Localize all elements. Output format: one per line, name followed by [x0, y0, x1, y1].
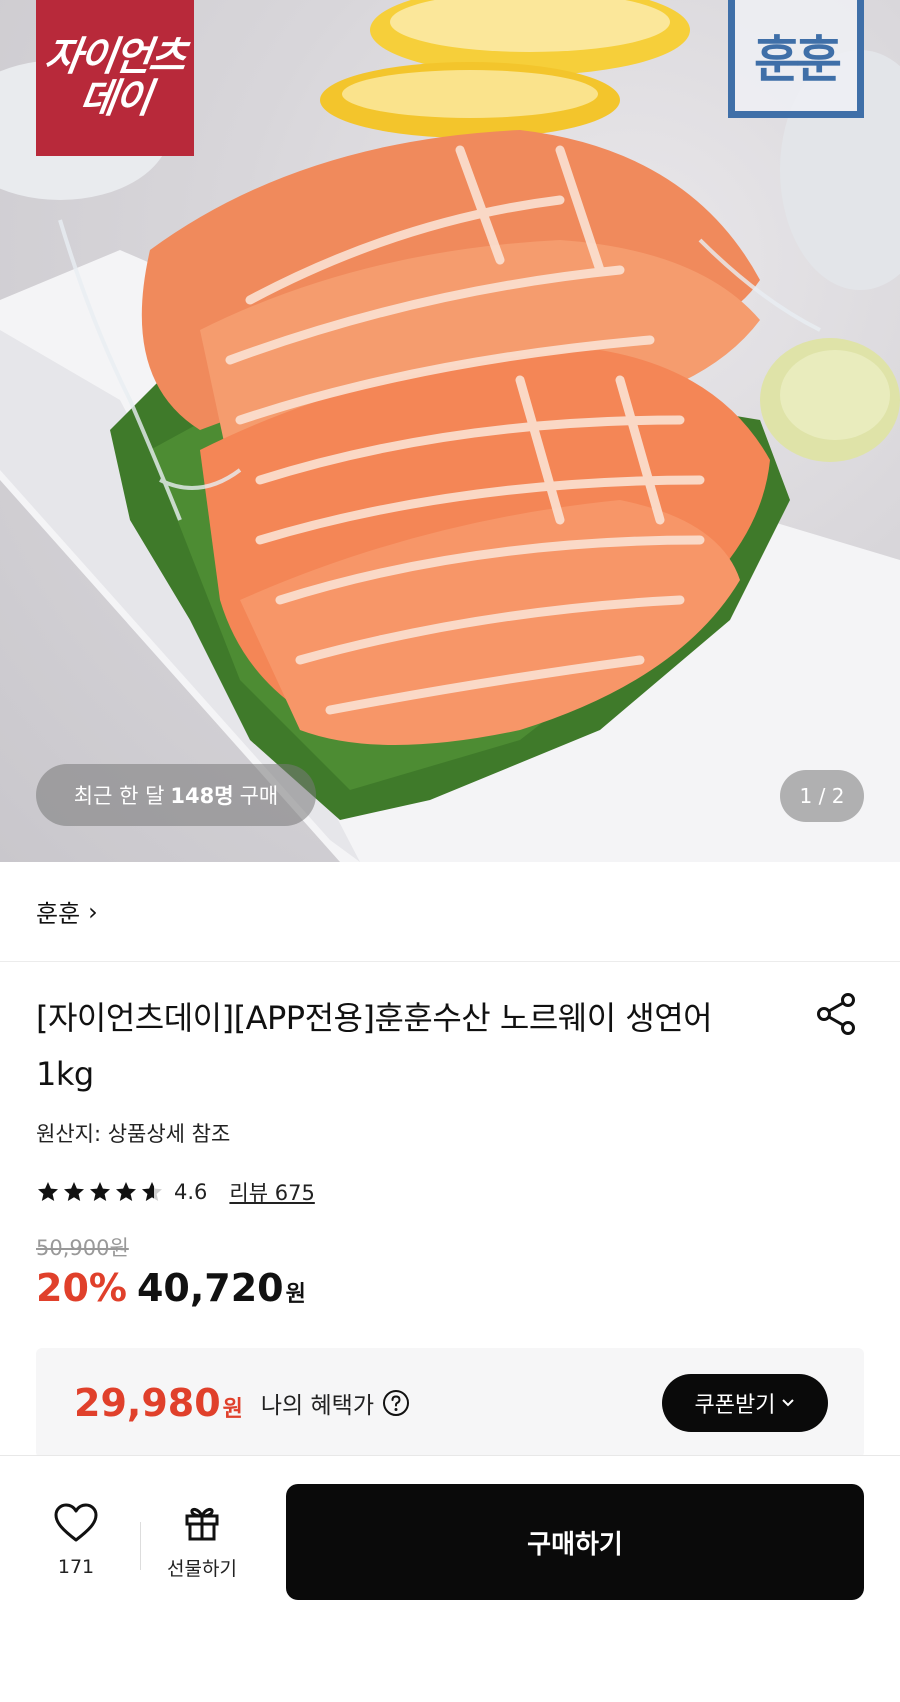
coupon-button[interactable]: 쿠폰받기: [662, 1374, 828, 1432]
benefit-price-value: 29,980: [74, 1381, 221, 1425]
brand-logo-line2: 데이: [76, 76, 154, 122]
purchase-suffix: 구매: [239, 784, 279, 808]
bottom-action-bar: 171 선물하기 구매하기: [0, 1455, 900, 1702]
chevron-right-icon: ›: [88, 897, 98, 926]
coupon-button-label: 쿠폰받기: [694, 1393, 776, 1418]
like-count: 171: [57, 1556, 95, 1578]
price-row: 20% 40,720 원: [36, 1266, 306, 1310]
purchase-count: 148명: [170, 784, 234, 808]
benefit-price-unit: 원: [222, 1397, 243, 1422]
buy-button[interactable]: 구매하기: [286, 1484, 864, 1600]
benefit-price: 29,980원: [74, 1381, 243, 1425]
gift-label: 선물하기: [167, 1558, 237, 1580]
chevron-down-icon: [782, 1399, 795, 1407]
star-icon: [38, 1182, 58, 1201]
star-icon: [116, 1182, 136, 1201]
seller-name: 훈훈: [36, 900, 81, 928]
gift-icon: [185, 1507, 219, 1541]
star-icon: [90, 1182, 110, 1201]
heart-icon: [54, 1503, 98, 1542]
help-icon[interactable]: [382, 1389, 410, 1417]
discount-rate: 20%: [36, 1266, 127, 1310]
product-origin: 원산지: 상품상세 참조: [36, 1122, 231, 1146]
recent-purchase-badge: 최근 한 달 148명 구매: [36, 764, 316, 826]
sale-price: 40,720: [136, 1266, 284, 1310]
purchase-prefix: 최근 한 달: [73, 784, 165, 808]
star-icon: [64, 1182, 84, 1201]
bottom-divider: [140, 1522, 141, 1570]
image-page-indicator: 1 / 2: [780, 770, 864, 822]
star-half-icon: [142, 1182, 162, 1201]
rating-row: 4.6 리뷰 675: [36, 1174, 315, 1210]
seller-logo-text: 훈훈: [754, 30, 842, 89]
product-image-carousel[interactable]: 자이언츠 데이 훈훈 최근 한 달 148명 구매 1 / 2: [0, 0, 900, 862]
share-icon[interactable]: [812, 990, 860, 1038]
benefit-label: 나의 혜택가: [260, 1393, 375, 1419]
like-button[interactable]: 171: [40, 1502, 112, 1598]
original-price: 50,900원: [36, 1236, 129, 1260]
sale-price-unit: 원: [285, 1282, 306, 1307]
brand-event-logo: 자이언츠 데이: [36, 0, 194, 156]
review-link[interactable]: 리뷰 675: [229, 1177, 314, 1207]
seller-logo: 훈훈: [728, 0, 864, 118]
seller-link[interactable]: 훈훈 ›: [0, 862, 900, 962]
rating-value: 4.6: [174, 1180, 208, 1204]
benefit-price-box: 29,980원 나의 혜택가 쿠폰받기: [36, 1348, 864, 1458]
gift-button[interactable]: 선물하기: [156, 1502, 248, 1598]
product-title: [자이언츠데이][APP전용]훈훈수산 노르웨이 생연어 1kg: [36, 999, 713, 1093]
brand-logo-line1: 자이언츠: [42, 34, 188, 80]
rating-stars: [36, 1180, 164, 1204]
